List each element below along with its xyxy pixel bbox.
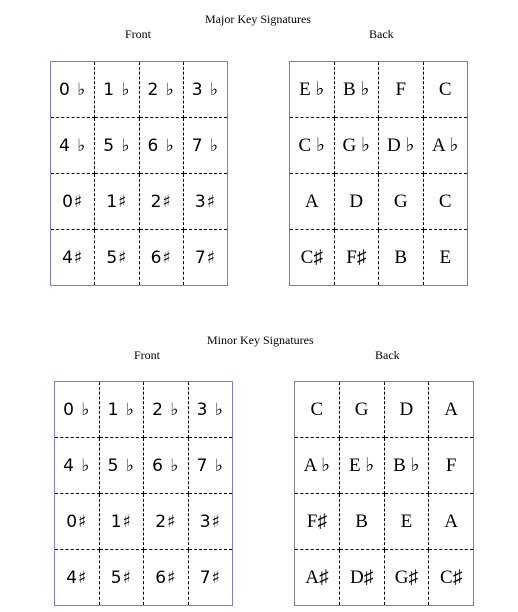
grid-row: CGDA [294,381,474,438]
key-cell: F [378,61,424,118]
key-cell: F [428,437,474,494]
grid-row: 4 ♭ 5 ♭ 6 ♭ 7 ♭ [54,437,233,494]
minor-back-label: Back [375,348,400,362]
key-cell: 0♯ [54,493,100,550]
key-cell: G♯ [383,549,430,606]
key-cell: F♯ [294,493,340,550]
key-cell: A ♭ [422,117,468,174]
key-cell: A ♭ [294,437,340,494]
key-cell: 3 ♭ [182,61,228,118]
key-cell: 4 ♭ [54,437,100,494]
key-cell: C ♭ [289,117,335,174]
key-cell: 6 ♭ [143,437,189,494]
key-cell: 3♯ [187,493,233,550]
key-cell: 6 ♭ [138,117,184,174]
key-cell: 7♯ [187,549,233,606]
grid-row: 4♯ 5♯ 6♯ 7♯ [50,229,228,286]
grid-row: C ♭ G ♭ D ♭ A ♭ [289,117,468,174]
key-cell: 5♯ [98,549,144,606]
minor-back-grid: CGDAA ♭ E ♭ B ♭ F F♯ B E A A♯ D♯ G♯ C♯ [294,381,474,606]
grid-row: ADGC [289,173,468,230]
minor-front-label: Front [134,348,161,362]
key-cell: E ♭ [289,61,335,118]
key-cell: 7♯ [182,229,228,286]
minor-title: Minor Key Signatures [207,333,314,347]
key-cell: 5♯ [94,229,140,286]
key-cell: 4 ♭ [50,117,96,174]
key-cell: A [428,381,474,438]
key-cell: 0 ♭ [54,381,100,438]
key-cell: 2 ♭ [138,61,184,118]
grid-row: E ♭ B ♭ F C [289,61,468,118]
key-cell: B [378,229,424,286]
grid-row: 0 ♭ 1 ♭ 2 ♭ 3 ♭ [50,61,228,118]
key-cell: E ♭ [338,437,385,494]
key-cell: B ♭ [333,61,379,118]
key-cell: 3 ♭ [187,381,233,438]
key-cell: E [383,493,430,550]
grid-row: A ♭ E ♭ B ♭ F [294,437,474,494]
key-cell: B ♭ [383,437,430,494]
key-cell: 1♯ [94,173,140,230]
key-cell: E [422,229,468,286]
key-cell: 4♯ [50,229,96,286]
major-back-grid: E ♭ B ♭ F C C ♭ G ♭ D ♭ A ♭ A D G C C♯ F♯ B E [289,61,468,286]
key-cell: G [338,381,385,438]
key-cell: A [289,173,335,230]
minor-front-grid: 0 ♭ 1 ♭ 2 ♭ 3 ♭ 4 ♭ 5 ♭ 6 ♭ 7 ♭ 0♯ 1♯ 2♯ 3♯ 4♯ 5♯ 6♯ 7♯ [54,381,233,606]
key-cell: 7 ♭ [182,117,228,174]
key-cell: A [428,493,474,550]
major-back-label: Back [369,27,394,41]
major-front-label: Front [125,27,152,41]
grid-row: 4♯ 5♯ 6♯ 7♯ [54,549,233,606]
key-cell: F♯ [333,229,379,286]
key-cell: 6♯ [138,229,184,286]
key-cell: 2♯ [143,493,189,550]
key-cell: B [338,493,385,550]
key-cell: D [333,173,379,230]
key-cell: C [294,381,340,438]
grid-row: F♯ B E A [294,493,474,550]
key-cell: 4♯ [54,549,100,606]
key-cell: 2 ♭ [143,381,189,438]
key-cell: 1 ♭ [94,61,140,118]
key-cell: D♯ [338,549,385,606]
key-cell: 1♯ [98,493,144,550]
grid-row: 0♯ 1♯ 2♯ 3♯ [54,493,233,550]
key-cell: D ♭ [378,117,424,174]
key-cell: D [383,381,430,438]
key-cell: 2♯ [138,173,184,230]
grid-row: 0 ♭ 1 ♭ 2 ♭ 3 ♭ [54,381,233,438]
key-cell: C♯ [428,549,474,606]
key-cell: 5 ♭ [98,437,144,494]
key-cell: C♯ [289,229,335,286]
major-front-grid: 0 ♭ 1 ♭ 2 ♭ 3 ♭ 4 ♭ 5 ♭ 6 ♭ 7 ♭ 0♯ 1♯ 2♯ 3♯ 4♯ 5♯ 6♯ 7♯ [50,61,228,286]
key-cell: C [422,173,468,230]
key-cell: 6♯ [143,549,189,606]
key-cell: 1 ♭ [98,381,144,438]
key-cell: 3♯ [182,173,228,230]
grid-row: A♯ D♯ G♯ C♯ [294,549,474,606]
key-cell: 0♯ [50,173,96,230]
key-cell: 7 ♭ [187,437,233,494]
key-cell: 0 ♭ [50,61,96,118]
key-cell: G ♭ [333,117,379,174]
key-cell: C [422,61,468,118]
major-title: Major Key Signatures [205,12,311,26]
grid-row: C♯ F♯ B E [289,229,468,286]
grid-row: 4 ♭ 5 ♭ 6 ♭ 7 ♭ [50,117,228,174]
key-cell: G [378,173,424,230]
key-cell: 5 ♭ [94,117,140,174]
grid-row: 0♯ 1♯ 2♯ 3♯ [50,173,228,230]
key-cell: A♯ [294,549,340,606]
